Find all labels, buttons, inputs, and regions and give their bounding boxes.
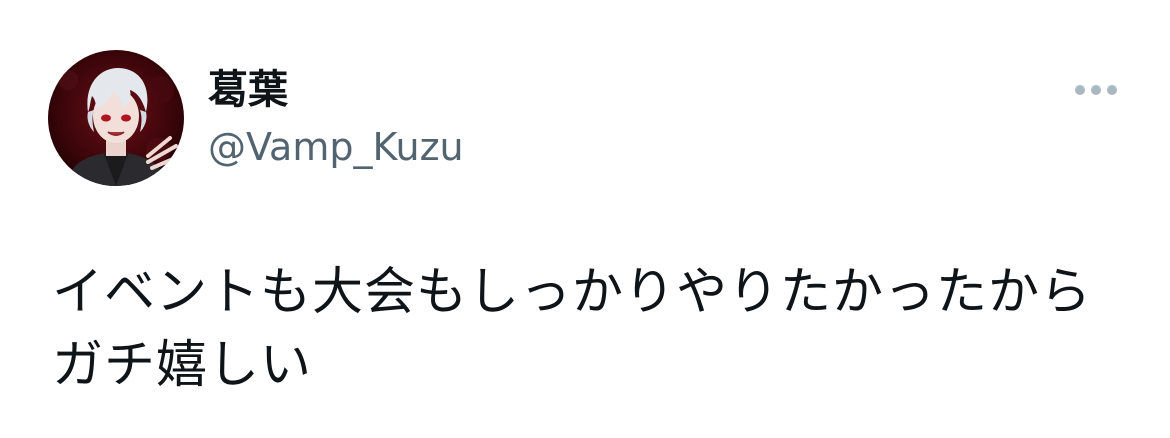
author-display-name[interactable]: 葛葉 [208,64,288,116]
more-horizontal-icon [1075,85,1117,95]
avatar-image [48,50,184,186]
more-options-button[interactable] [1068,72,1124,108]
tweet-text: イベントも大会もしっかりやりたかったからガチ嬉しい [52,263,1093,395]
author-handle[interactable]: @Vamp_Kuzu [208,123,464,171]
avatar[interactable] [48,50,184,186]
tweet-card: 葛葉 @Vamp_Kuzu イベントも大会もしっかりやりたかったからガチ嬉しい [0,0,1170,438]
